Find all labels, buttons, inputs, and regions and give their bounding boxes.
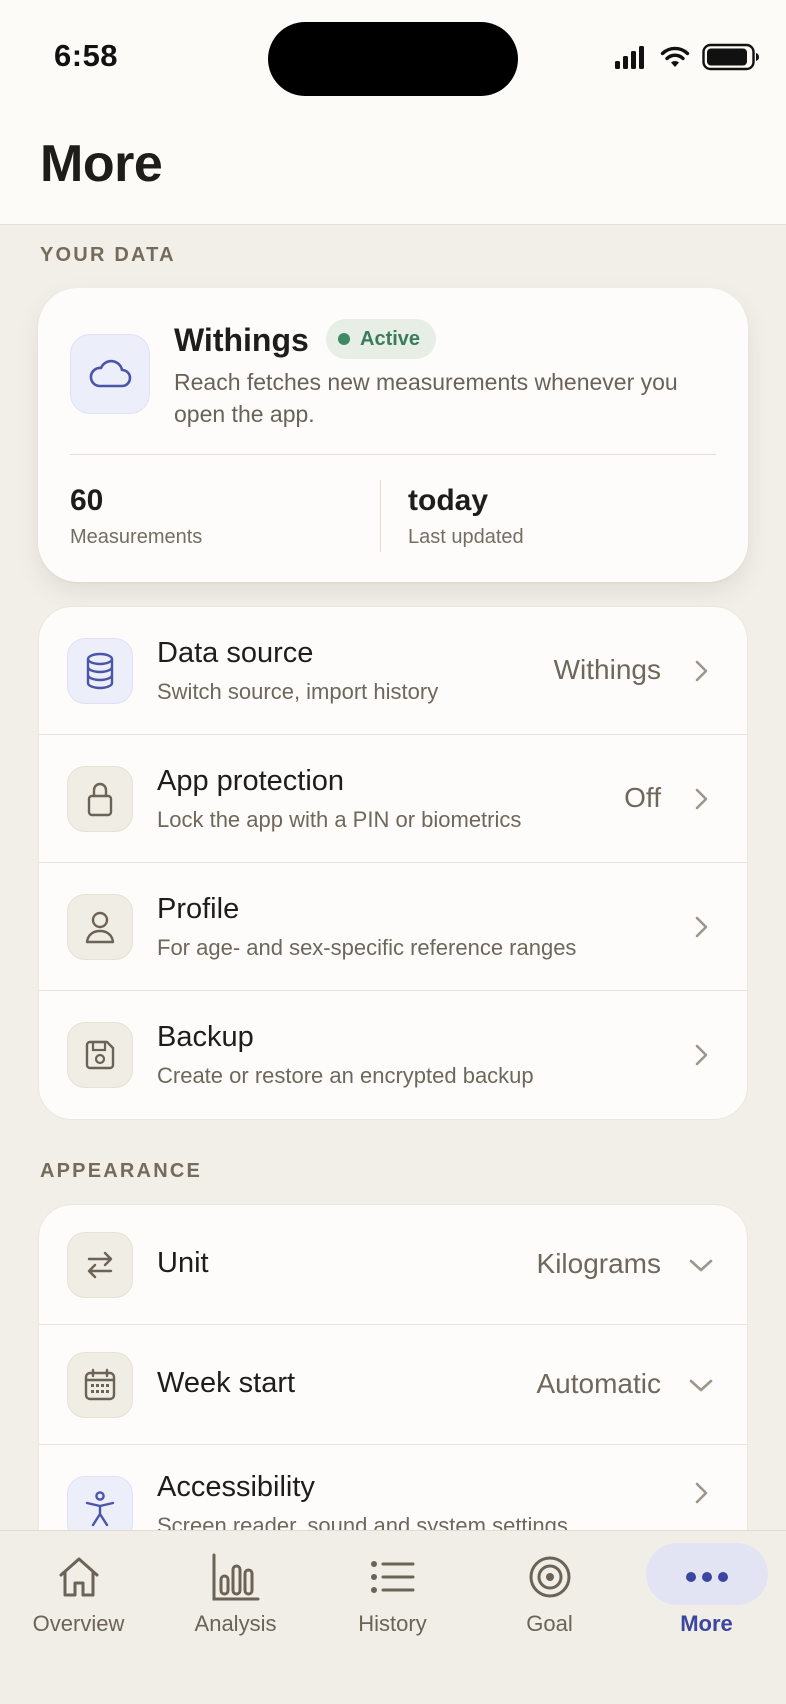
stat-measurements: 60 Measurements bbox=[70, 484, 202, 549]
status-dot bbox=[338, 333, 350, 345]
row-app-protection[interactable]: App protection Lock the app with a PIN o… bbox=[39, 735, 747, 863]
stat-label: Measurements bbox=[70, 526, 203, 548]
status-badge: Active bbox=[326, 319, 437, 359]
tab-label: More bbox=[680, 1611, 733, 1636]
row-title: Week start bbox=[157, 1366, 296, 1399]
battery-icon bbox=[702, 43, 759, 71]
header: 6:58 More bbox=[0, 0, 786, 225]
ellipsis-icon bbox=[685, 1551, 729, 1603]
row-value: Automatic bbox=[536, 1367, 662, 1399]
row-subtitle: For age- and sex-specific reference rang… bbox=[157, 935, 577, 960]
tab-overview[interactable]: Overview bbox=[0, 1531, 157, 1651]
bar-chart-icon bbox=[211, 1551, 261, 1603]
home-icon bbox=[55, 1551, 103, 1603]
data-settings-list: Data source Switch source, import histor… bbox=[38, 606, 748, 1120]
tab-analysis[interactable]: Analysis bbox=[157, 1531, 314, 1651]
row-title: Unit bbox=[157, 1246, 209, 1279]
withings-card[interactable]: Withings Active Reach fetches new measur… bbox=[38, 288, 748, 582]
chevron-down-icon bbox=[689, 1259, 713, 1271]
stat-value: today bbox=[408, 484, 489, 517]
list-icon bbox=[370, 1551, 416, 1603]
tab-label: Goal bbox=[526, 1611, 573, 1636]
tab-bar: Overview Analysis History Goal More bbox=[0, 1530, 786, 1704]
chevron-right-icon bbox=[695, 660, 708, 681]
divider bbox=[70, 454, 716, 455]
chevron-right-icon bbox=[695, 788, 708, 809]
row-title: App protection bbox=[157, 765, 345, 797]
row-value: Withings bbox=[553, 653, 661, 685]
row-data-source[interactable]: Data source Switch source, import histor… bbox=[39, 607, 747, 735]
row-value: Off bbox=[624, 781, 661, 813]
appearance-settings-list: Unit Kilograms Week start Automatic Acce… bbox=[38, 1204, 748, 1564]
cloud-icon bbox=[70, 334, 150, 414]
chevron-right-icon bbox=[695, 916, 708, 937]
row-title: Profile bbox=[157, 893, 240, 925]
tab-goal[interactable]: Goal bbox=[471, 1531, 628, 1651]
target-icon bbox=[528, 1551, 572, 1603]
dynamic-island bbox=[268, 22, 518, 96]
row-title: Data source bbox=[157, 637, 314, 669]
save-icon bbox=[67, 1022, 133, 1088]
signal-icon bbox=[615, 46, 644, 69]
tab-label: Analysis bbox=[194, 1611, 277, 1636]
section-label-appearance: APPEARANCE bbox=[40, 1160, 203, 1182]
tab-more[interactable]: More bbox=[628, 1531, 785, 1651]
section-label-your-data: YOUR DATA bbox=[40, 244, 176, 266]
row-title: Accessibility bbox=[157, 1471, 315, 1503]
swap-icon bbox=[67, 1231, 133, 1298]
row-week-start[interactable]: Week start Automatic bbox=[39, 1325, 747, 1445]
chevron-down-icon bbox=[689, 1379, 713, 1391]
row-value: Kilograms bbox=[536, 1247, 661, 1279]
stat-divider bbox=[380, 480, 381, 552]
status-badge-label: Active bbox=[360, 328, 421, 350]
database-icon bbox=[67, 637, 133, 704]
status-icons bbox=[614, 40, 760, 74]
row-profile[interactable]: Profile For age- and sex-specific refere… bbox=[39, 863, 747, 991]
row-title: Backup bbox=[157, 1021, 254, 1053]
status-time: 6:58 bbox=[54, 38, 119, 73]
tab-history[interactable]: History bbox=[314, 1531, 471, 1651]
row-subtitle: Switch source, import history bbox=[157, 679, 439, 704]
stat-label: Last updated bbox=[408, 526, 524, 548]
row-backup[interactable]: Backup Create or restore an encrypted ba… bbox=[39, 991, 747, 1119]
lock-icon bbox=[67, 765, 133, 832]
stat-value: 60 bbox=[70, 484, 104, 517]
stat-last-updated: today Last updated bbox=[408, 484, 524, 549]
withings-title: Withings bbox=[174, 322, 309, 358]
row-unit[interactable]: Unit Kilograms bbox=[39, 1205, 747, 1325]
calendar-icon bbox=[67, 1351, 133, 1418]
person-icon bbox=[67, 893, 133, 960]
chevron-right-icon bbox=[695, 1044, 708, 1066]
row-subtitle: Lock the app with a PIN or biometrics bbox=[157, 807, 522, 832]
tab-label: Overview bbox=[32, 1611, 125, 1636]
chevron-right-icon bbox=[695, 1482, 708, 1504]
tab-label: History bbox=[358, 1611, 427, 1636]
wifi-icon bbox=[660, 46, 690, 67]
withings-description: Reach fetches new measurements whenever … bbox=[174, 369, 678, 427]
row-subtitle: Create or restore an encrypted backup bbox=[157, 1063, 534, 1088]
page-title: More bbox=[40, 135, 163, 193]
